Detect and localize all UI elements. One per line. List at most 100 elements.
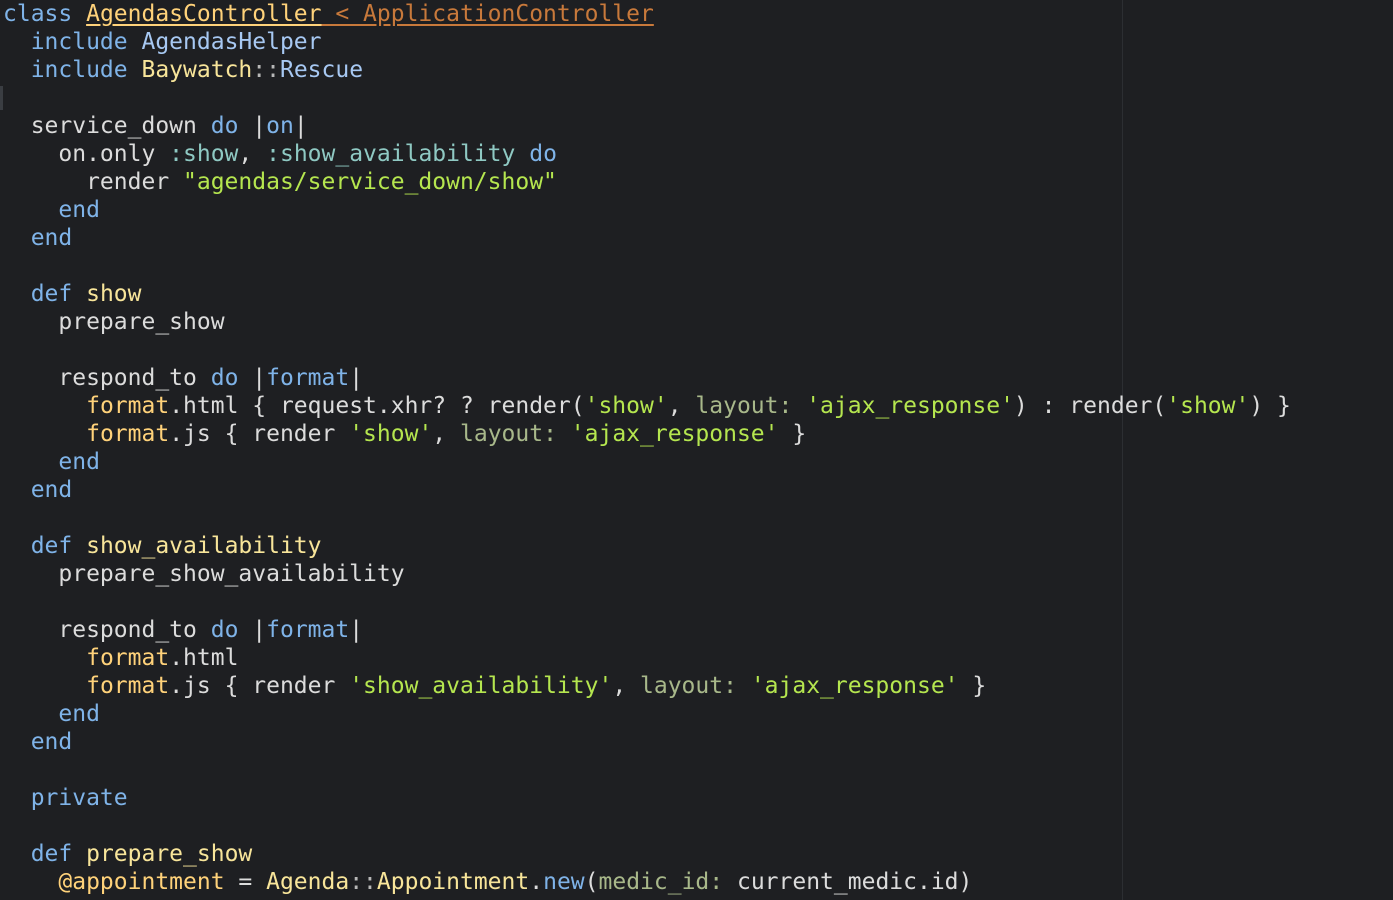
code-line[interactable]: end [3, 196, 1291, 224]
code-line[interactable] [3, 588, 1291, 616]
code-line[interactable]: prepare_show [3, 308, 1291, 336]
code-token-blk: format [266, 617, 350, 643]
code-token-blk: on [266, 113, 294, 139]
code-token-const: Baywatch [141, 57, 253, 83]
code-token-plain: render [3, 169, 184, 195]
code-line[interactable]: @appointment = Agenda::Appointment.new(m… [3, 868, 1291, 896]
code-line[interactable]: class AgendasController < ApplicationCon… [3, 0, 1291, 28]
code-token-plain: on.only [3, 141, 170, 167]
code-token-str: 'show' [1166, 393, 1250, 419]
code-token-bar: | [349, 617, 364, 643]
code-token-const: Agenda [266, 869, 350, 895]
code-editor[interactable]: class AgendasController < ApplicationCon… [0, 0, 1393, 900]
code-line[interactable]: def show [3, 280, 1291, 308]
code-line[interactable]: format.html [3, 644, 1291, 672]
code-token-call: new [543, 869, 585, 895]
code-token-str: 'show_availability' [349, 673, 613, 699]
code-token-plain: prepare_show_availability [3, 561, 405, 587]
code-token-mod: Rescue [279, 57, 364, 83]
code-token-blk: format [266, 365, 350, 391]
code-token-plain: ) } [1249, 393, 1291, 419]
code-token-plain: respond_to [3, 617, 211, 643]
code-line[interactable]: format.html { request.xhr? ? render('sho… [3, 392, 1291, 420]
code-token-plain: , [667, 393, 696, 419]
code-text-area[interactable]: class AgendasController < ApplicationCon… [3, 0, 1291, 896]
code-token-plain: ( [584, 869, 599, 895]
code-line[interactable] [3, 84, 1291, 112]
code-line[interactable]: respond_to do |format| [3, 364, 1291, 392]
code-token-kw: end [3, 449, 100, 475]
code-token-plain: .html [169, 645, 239, 671]
code-token-ivar: format [86, 673, 170, 699]
code-line[interactable]: private [3, 784, 1291, 812]
code-token-mod: AgendasHelper [141, 29, 322, 55]
code-token-key: layout: [640, 673, 737, 699]
code-token-sym: :show [169, 141, 239, 167]
code-line[interactable]: def show_availability [3, 532, 1291, 560]
code-token-def: show_availability [86, 533, 322, 559]
code-token-plain: = [224, 869, 267, 895]
code-token-plain: .html { request.xhr? ? render( [169, 393, 585, 419]
code-line[interactable]: format.js { render 'show_availability', … [3, 672, 1291, 700]
code-token-key: layout: [460, 421, 557, 447]
code-token-plain: , [612, 673, 641, 699]
code-line[interactable]: prepare_show_availability [3, 560, 1291, 588]
code-token-str: 'ajax_response' [806, 393, 1014, 419]
code-line[interactable]: end [3, 728, 1291, 756]
code-line[interactable]: end [3, 224, 1291, 252]
code-token-kw: end [3, 225, 73, 251]
code-line[interactable]: on.only :show, :show_availability do [3, 140, 1291, 168]
code-line[interactable]: service_down do |on| [3, 112, 1291, 140]
code-line[interactable] [3, 756, 1291, 784]
code-line[interactable] [3, 252, 1291, 280]
code-token-plain: .js { render [169, 421, 350, 447]
code-token-const: Appointment [376, 869, 530, 895]
code-token-plain: } [958, 673, 987, 699]
code-token-cls: AgendasController [86, 1, 322, 27]
code-token-kw: end [3, 701, 100, 727]
code-token-kw: def [3, 841, 87, 867]
code-token-bar: | [238, 113, 267, 139]
code-line[interactable] [3, 336, 1291, 364]
code-line[interactable] [3, 812, 1291, 840]
code-token-plain: ) : render( [1013, 393, 1167, 419]
code-token-plain: . [529, 869, 544, 895]
code-line[interactable]: include AgendasHelper [3, 28, 1291, 56]
code-line[interactable]: def prepare_show [3, 840, 1291, 868]
code-line[interactable]: end [3, 700, 1291, 728]
code-token-kw: do [210, 617, 239, 643]
code-token-plain: .js { render [169, 673, 350, 699]
code-line[interactable]: respond_to do |format| [3, 616, 1291, 644]
code-token-ivar: format [86, 421, 170, 447]
code-token-kw: class [3, 1, 87, 27]
code-token-str: 'ajax_response' [750, 673, 959, 699]
code-token-kw: do [515, 141, 557, 167]
code-token-bar: | [293, 113, 308, 139]
code-token-kw: def [3, 533, 87, 559]
code-token-sym: :show_availability [266, 141, 516, 167]
code-token-str: "agendas/service_down/show" [183, 169, 557, 195]
code-line[interactable]: end [3, 476, 1291, 504]
code-token-def: show [86, 281, 142, 307]
code-token-kw: do [210, 113, 239, 139]
code-token-plain: current_medic.id) [723, 869, 973, 895]
code-token-plain: } [778, 421, 807, 447]
code-token-str: 'show' [349, 421, 433, 447]
code-line[interactable] [3, 504, 1291, 532]
code-token-plain: , [238, 141, 267, 167]
code-line[interactable]: render "agendas/service_down/show" [3, 168, 1291, 196]
code-token-ivar: @appointment [58, 869, 225, 895]
code-token-kw: end [3, 729, 73, 755]
code-token-sup: < ApplicationController [321, 1, 654, 27]
code-line[interactable]: format.js { render 'show', layout: 'ajax… [3, 420, 1291, 448]
code-line[interactable]: include Baywatch::Rescue [3, 56, 1291, 84]
code-line[interactable]: end [3, 448, 1291, 476]
code-token-key: medic_id: [598, 869, 724, 895]
